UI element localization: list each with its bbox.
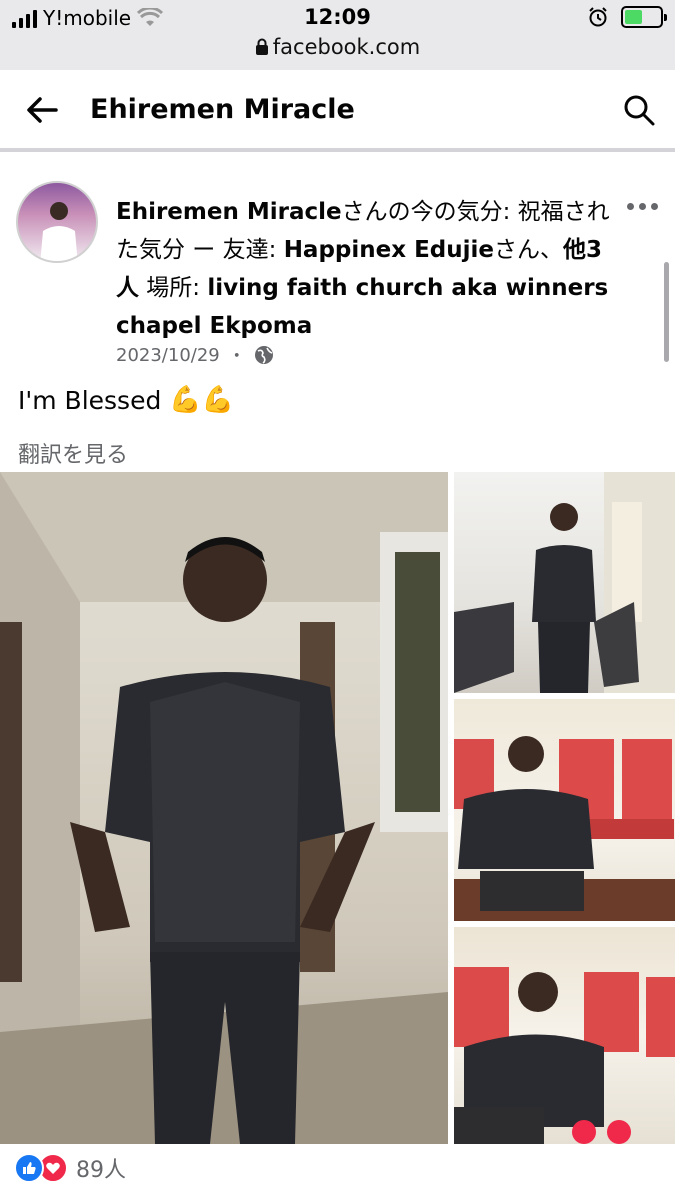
- globe-icon: [254, 346, 273, 364]
- photo-4-illustration: [454, 967, 675, 1144]
- search-icon[interactable]: [621, 92, 657, 128]
- post-photo-main[interactable]: [0, 472, 448, 1144]
- back-arrow-icon[interactable]: [22, 90, 62, 130]
- see-translation-link[interactable]: 翻訳を見る: [18, 437, 128, 469]
- post-header-text: Ehiremen Miracleさんの今の気分: 祝福された気分 ー 友達: H…: [116, 193, 616, 345]
- url-text: facebook.com: [272, 35, 421, 59]
- post-date[interactable]: 2023/10/29: [116, 345, 220, 366]
- more-options-button[interactable]: [625, 196, 659, 216]
- alarm-icon: [589, 7, 607, 27]
- post-message: I'm Blessed: [18, 385, 162, 415]
- post-timestamp: 2023/10/29 ・: [116, 342, 274, 368]
- page-title: Ehiremen Miracle: [90, 94, 355, 125]
- lock-icon: [255, 38, 268, 55]
- location-prefix: 場所:: [139, 275, 208, 301]
- author-name[interactable]: Ehiremen Miracle: [116, 199, 342, 225]
- flexed-biceps-emoji: 💪💪: [169, 385, 235, 415]
- photo-3-illustration: [454, 736, 675, 921]
- author-avatar[interactable]: [16, 181, 98, 263]
- battery-icon: [621, 6, 667, 28]
- status-bar: Y!mobile 12:09 facebook.com: [0, 0, 675, 70]
- battery-level: [625, 10, 642, 24]
- photo-main-illustration: [0, 472, 448, 1144]
- reaction-summary[interactable]: 89人: [14, 1152, 126, 1184]
- post-photo-4[interactable]: [454, 927, 675, 1144]
- status-right-group: [587, 6, 667, 28]
- post-photo-2[interactable]: [454, 472, 675, 693]
- avatar-photo: [40, 202, 78, 261]
- post-body: I'm Blessed 💪💪: [18, 385, 234, 415]
- tagged-friend[interactable]: Happinex Edujie: [284, 237, 494, 263]
- photo-2-illustration: [454, 472, 675, 693]
- reaction-count: 89人: [76, 1158, 126, 1183]
- app-header: Ehiremen Miracle: [0, 70, 675, 152]
- like-reaction-icon: [14, 1153, 44, 1183]
- friend-suffix: さん、: [494, 237, 564, 263]
- url-bar[interactable]: facebook.com: [0, 35, 675, 59]
- date-separator: ・: [227, 346, 246, 367]
- post-photo-3[interactable]: [454, 699, 675, 921]
- scrollbar[interactable]: [664, 262, 669, 362]
- status-time: 12:09: [304, 5, 371, 29]
